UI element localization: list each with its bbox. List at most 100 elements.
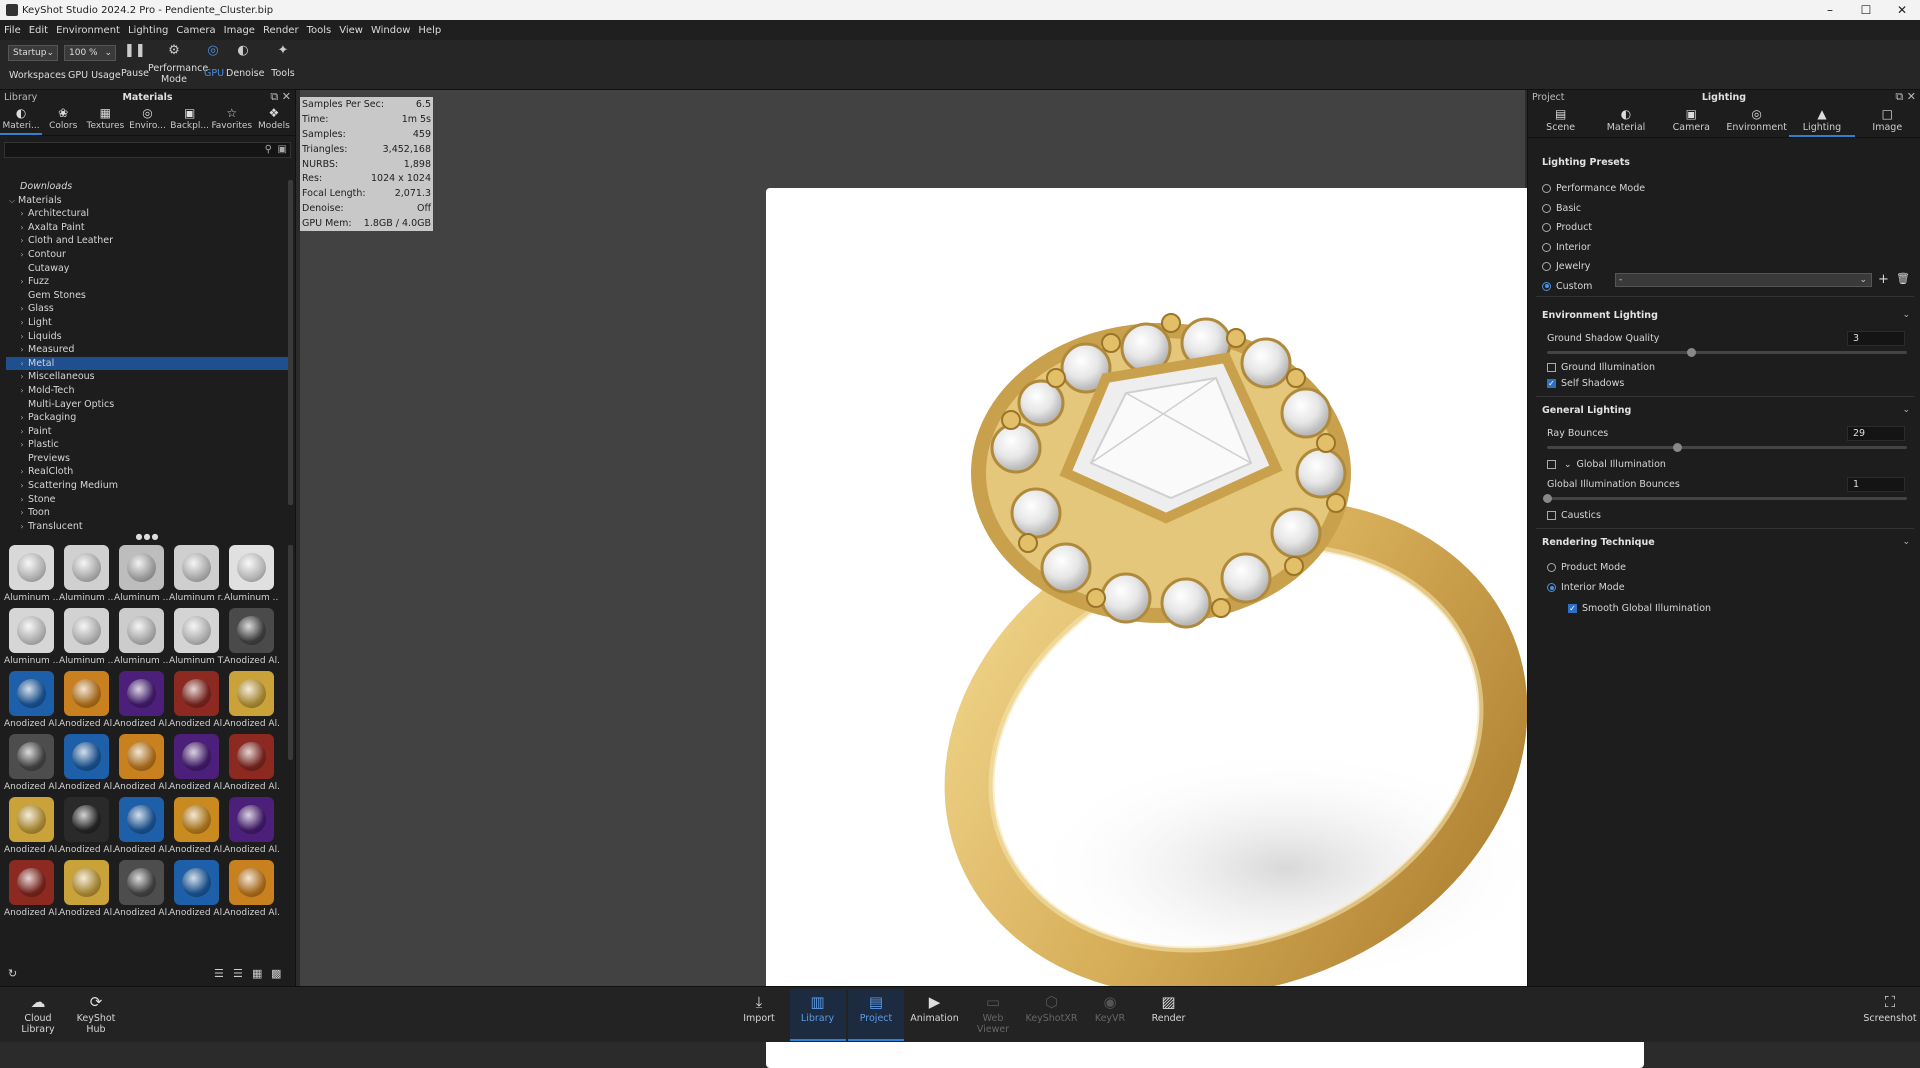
slider-knob[interactable]	[1687, 347, 1696, 357]
technique-radio-product-mode[interactable]: Product Mode	[1547, 562, 1626, 573]
tree-item[interactable]: › Packaging	[6, 411, 290, 425]
undock-icon[interactable]: ⧉	[1895, 90, 1903, 103]
material-thumbnail[interactable]: Aluminum r...	[169, 545, 224, 608]
menu-item-view[interactable]: View	[339, 25, 363, 36]
collapse-chevron-icon[interactable]: ⌄	[1902, 537, 1910, 547]
slider-knob[interactable]	[1672, 442, 1682, 452]
material-thumbnail[interactable]: Anodized Al...	[224, 860, 279, 923]
tab-environment[interactable]: ◎ Environment	[1724, 104, 1789, 137]
library-tab-6[interactable]: ❖ Models	[253, 104, 295, 135]
material-thumbnail[interactable]: Anodized Al...	[224, 734, 279, 797]
close-button[interactable]: ✕	[1884, 0, 1920, 20]
library-tab-5[interactable]: ☆ Favorites	[211, 104, 253, 135]
tree-item[interactable]: › Measured	[6, 343, 290, 357]
bottom-project-button[interactable]: ▤ Project	[848, 989, 904, 1041]
menu-item-render[interactable]: Render	[263, 25, 299, 36]
global-illumination-checkbox[interactable]: ⌄ Global Illumination	[1547, 459, 1666, 470]
chevron-right-icon[interactable]: ›	[16, 316, 28, 330]
workspaces-label[interactable]: Workspaces	[9, 70, 66, 81]
material-thumbnail[interactable]: Anodized Al...	[114, 671, 169, 734]
material-thumbnail[interactable]: Aluminum T...	[169, 608, 224, 671]
resize-handle[interactable]: ●●●	[0, 532, 295, 541]
tree-item[interactable]: › Glass	[6, 302, 290, 316]
tools-button[interactable]: ✦ Tools	[270, 43, 296, 79]
maximize-button[interactable]: ☐	[1848, 0, 1884, 20]
tab-image[interactable]: □ Image	[1855, 104, 1920, 137]
menu-item-window[interactable]: Window	[371, 25, 410, 36]
detail-view-icon[interactable]: ☰	[233, 967, 243, 980]
library-search-input[interactable]: ⚲ ▣	[4, 142, 291, 158]
list-view-icon[interactable]: ☰	[214, 967, 224, 980]
close-panel-icon[interactable]: ✕	[1907, 90, 1916, 103]
chevron-right-icon[interactable]: ›	[16, 425, 28, 439]
ground-shadow-quality-slider[interactable]	[1547, 347, 1907, 357]
expand-chevron-icon[interactable]: ⌄	[1564, 460, 1572, 470]
tree-item[interactable]: › Miscellaneous	[6, 370, 290, 384]
chevron-right-icon[interactable]: ›	[16, 302, 28, 316]
material-thumbnail[interactable]: Anodized Al...	[224, 671, 279, 734]
thumbnails-scrollbar[interactable]	[288, 545, 293, 760]
preset-radio-jewelry[interactable]: Jewelry	[1542, 261, 1590, 272]
tree-item[interactable]: › Plastic	[6, 438, 290, 452]
library-tab-0[interactable]: ◐ Materi...	[0, 104, 43, 135]
ray-bounces-slider[interactable]	[1547, 442, 1907, 452]
menu-item-image[interactable]: Image	[224, 25, 255, 36]
menu-item-lighting[interactable]: Lighting	[128, 25, 168, 36]
folder-filter-icon[interactable]: ▣	[278, 144, 287, 155]
material-thumbnail[interactable]: Anodized Al...	[4, 734, 59, 797]
material-thumbnail[interactable]: Anodized Al...	[4, 671, 59, 734]
zoom-select[interactable]: 100 % ⌄	[64, 45, 116, 61]
material-thumbnail[interactable]: Anodized Al...	[4, 797, 59, 860]
chevron-right-icon[interactable]: ›	[16, 343, 28, 357]
material-thumbnail[interactable]: Anodized Al...	[169, 734, 224, 797]
trash-icon[interactable]: 🗑	[1896, 272, 1910, 285]
bottom-import-button[interactable]: ⤓ Import	[731, 991, 787, 1024]
tree-item[interactable]: Downloads	[6, 180, 290, 194]
tree-item[interactable]: › Axalta Paint	[6, 221, 290, 235]
custom-preset-dropdown[interactable]: - ⌄	[1615, 273, 1872, 287]
chevron-right-icon[interactable]: ›	[16, 479, 28, 493]
bottom-web-viewer-button[interactable]: ▭ Web Viewer	[965, 991, 1021, 1035]
material-thumbnail[interactable]: Anodized Al...	[114, 734, 169, 797]
material-thumbnail[interactable]: Aluminum ...	[224, 545, 279, 608]
bottom-animation-button[interactable]: ▶ Animation	[907, 991, 963, 1024]
chevron-down-icon[interactable]: ⌵	[6, 194, 18, 208]
chevron-right-icon[interactable]: ›	[16, 411, 28, 425]
material-thumbnail[interactable]: Anodized Al...	[169, 860, 224, 923]
bottom-render-button[interactable]: ▨ Render	[1141, 991, 1197, 1024]
tree-item[interactable]: › Mold-Tech	[6, 384, 290, 398]
tab-scene[interactable]: ▤ Scene	[1528, 104, 1593, 137]
gpu-usage-label[interactable]: GPU Usage	[68, 70, 121, 81]
chevron-right-icon[interactable]: ›	[16, 357, 28, 371]
chevron-right-icon[interactable]: ›	[16, 506, 28, 520]
screenshot-button[interactable]: ⛶ Screenshot	[1862, 991, 1918, 1024]
material-thumbnail[interactable]: Anodized Al...	[114, 860, 169, 923]
menu-item-help[interactable]: Help	[418, 25, 441, 36]
material-thumbnail[interactable]: Aluminum ...	[4, 608, 59, 671]
tree-item[interactable]: Gem Stones	[6, 289, 290, 303]
tree-item[interactable]: › Architectural	[6, 207, 290, 221]
material-thumbnail[interactable]: Aluminum ...	[4, 545, 59, 608]
performance-mode-button[interactable]: ⚙ Performance Mode	[148, 43, 208, 85]
menu-item-environment[interactable]: Environment	[56, 25, 120, 36]
preset-radio-basic[interactable]: Basic	[1542, 203, 1581, 214]
material-thumbnail[interactable]: Anodized Al...	[59, 860, 114, 923]
denoise-button[interactable]: ◐ Denoise	[226, 43, 264, 79]
chevron-right-icon[interactable]: ›	[16, 384, 28, 398]
tree-item[interactable]: ⌵ Materials	[6, 194, 290, 208]
tree-item[interactable]: › Scattering Medium	[6, 479, 290, 493]
material-thumbnail[interactable]: Anodized Al...	[224, 797, 279, 860]
gi-bounces-slider[interactable]	[1543, 493, 1907, 503]
ground-illumination-checkbox[interactable]: Ground Illumination	[1547, 362, 1655, 373]
render-viewport[interactable]	[300, 90, 1644, 1068]
cloud-library-button[interactable]: ☁ Cloud Library	[10, 991, 66, 1035]
material-thumbnail[interactable]: Aluminum ...	[114, 608, 169, 671]
ground-shadow-quality-field[interactable]: 3	[1847, 331, 1905, 346]
preset-radio-interior[interactable]: Interior	[1542, 242, 1591, 253]
large-grid-icon[interactable]: ▩	[271, 967, 281, 980]
gi-bounces-field[interactable]: 1	[1847, 477, 1905, 492]
chevron-right-icon[interactable]: ›	[16, 330, 28, 344]
chevron-right-icon[interactable]: ›	[16, 248, 28, 262]
tab-material[interactable]: ◐ Material	[1593, 104, 1658, 137]
slider-knob[interactable]	[1543, 493, 1552, 503]
